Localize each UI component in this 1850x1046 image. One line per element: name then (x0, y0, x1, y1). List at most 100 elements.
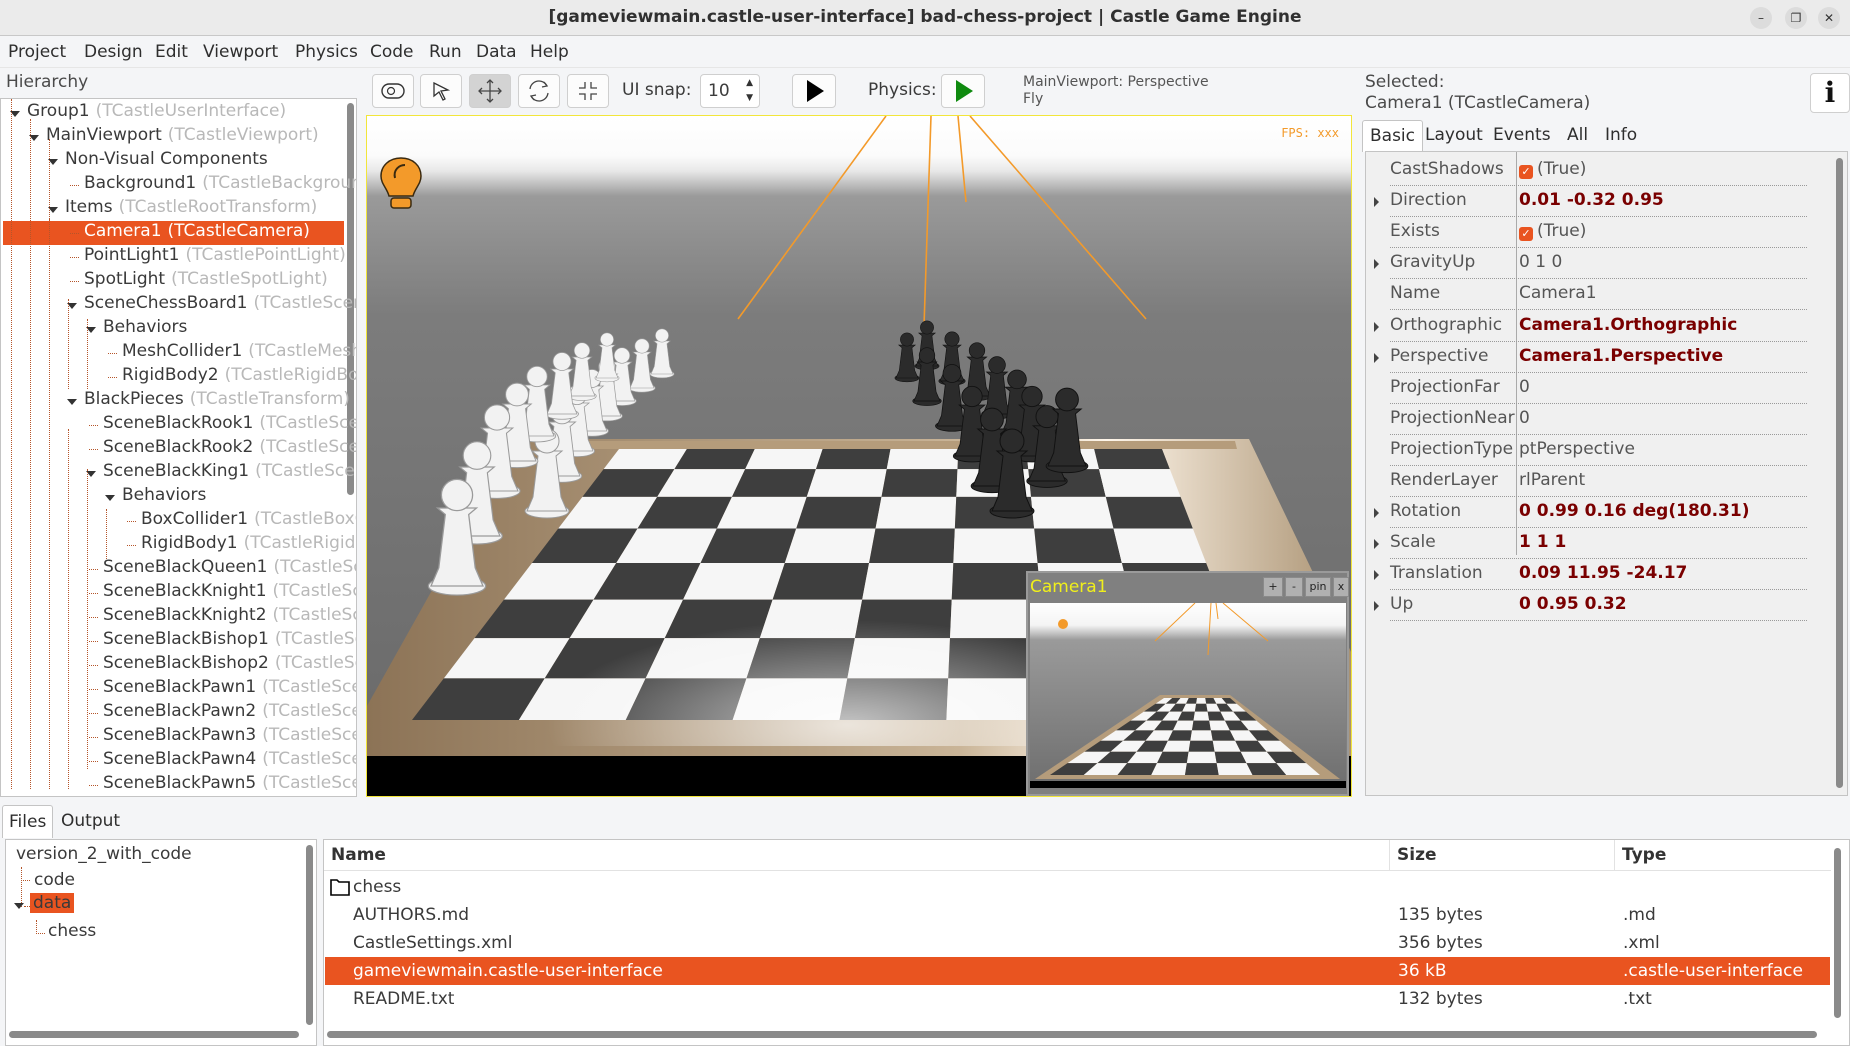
property-value[interactable]: 0 (1519, 377, 1530, 397)
hierarchy-item[interactable]: SceneBlackPawn1(TCastleScene) (103, 677, 356, 701)
hierarchy-item[interactable]: Non-Visual Components (65, 149, 268, 173)
tab-info[interactable]: Info (1598, 120, 1644, 152)
tab-all[interactable]: All (1560, 120, 1595, 152)
hierarchy-tree[interactable]: Group1 (TCastleUserInterface) MainViewport… (0, 98, 357, 797)
property-value[interactable]: 0 (1519, 408, 1530, 428)
hierarchy-item[interactable]: MeshCollider1(TCastleMeshCollider) (122, 341, 356, 365)
spin-up-icon[interactable]: ▲ (746, 78, 753, 88)
property-value[interactable]: 0 0.99 0.16 deg(180.31) (1519, 501, 1749, 521)
hierarchy-item[interactable]: SceneBlackBishop1(TCastleScene) (103, 629, 356, 653)
property-row[interactable]: Orthographic Camera1.Orthographic (1366, 311, 1847, 342)
property-value[interactable]: 0.01 -0.32 0.95 (1519, 190, 1664, 210)
expand-triangle-icon[interactable] (1374, 197, 1379, 208)
menu-viewport[interactable]: Viewport (203, 42, 278, 62)
camera-preview[interactable]: Camera1 + - pin x (1026, 571, 1349, 796)
property-value[interactable]: rlParent (1519, 470, 1585, 490)
expand-triangle-icon[interactable] (1374, 352, 1379, 363)
property-row[interactable]: Perspective Camera1.Perspective (1366, 342, 1847, 373)
interact-tool-button[interactable] (372, 74, 414, 108)
scale-tool-button[interactable] (567, 74, 609, 108)
property-row[interactable]: ProjectionFar 0 (1366, 373, 1847, 404)
checkbox-checked-icon[interactable]: ✓ (1519, 227, 1533, 242)
hierarchy-item[interactable]: Items (TCastleRootTransform) (65, 197, 317, 221)
property-row[interactable]: Rotation 0 0.99 0.16 deg(180.31) (1366, 497, 1847, 529)
expand-triangle-icon[interactable] (1374, 259, 1379, 270)
tab-events[interactable]: Events (1486, 120, 1558, 152)
file-list-hscrollbar[interactable] (327, 1031, 1817, 1038)
design-viewport[interactable]: FPS: xxx Camera1 + - pin x (366, 115, 1352, 797)
spin-down-icon[interactable]: ▼ (746, 93, 753, 103)
file-row[interactable]: README.txt 132 bytes .txt (325, 985, 1830, 1013)
hierarchy-item[interactable]: SceneBlackRook2(TCastleScene) (103, 437, 356, 461)
play-button[interactable] (792, 74, 836, 108)
menu-project[interactable]: Project (8, 42, 66, 62)
property-row[interactable]: Name Camera1 (1366, 279, 1847, 311)
folder-tree[interactable]: version_2_with_code code data chess (5, 839, 317, 1046)
file-row[interactable]: CastleSettings.xml 356 bytes .xml (325, 929, 1830, 957)
property-row[interactable]: ProjectionType ptPerspective (1366, 435, 1847, 466)
hierarchy-item[interactable]: SceneBlackPawn3(TCastleScene) (103, 725, 356, 749)
minimize-button[interactable]: – (1750, 7, 1772, 29)
folder-chess[interactable]: chess (48, 921, 96, 941)
menu-code[interactable]: Code (370, 42, 414, 62)
column-header-size[interactable]: Size (1390, 840, 1615, 870)
hierarchy-item[interactable]: SceneBlackKing1(TCastleScene) (103, 461, 356, 485)
property-value[interactable]: Camera1 (1519, 283, 1597, 303)
folder-code[interactable]: code (34, 870, 75, 890)
hierarchy-item[interactable]: SceneBlackQueen1(TCastleScene) (103, 557, 356, 581)
property-row[interactable]: CastShadows ✓ (True) (1366, 155, 1847, 186)
file-row[interactable]: gameviewmain.castle-user-interface 36 kB.… (325, 957, 1830, 985)
checkbox-checked-icon[interactable]: ✓ (1519, 165, 1533, 179)
rotate-tool-button[interactable] (518, 74, 560, 108)
property-value[interactable]: 0.09 11.95 -24.17 (1519, 563, 1687, 583)
hierarchy-item[interactable]: MainViewport (TCastleViewport) (46, 125, 319, 149)
ui-snap-value[interactable]: 10 (708, 81, 730, 101)
file-row[interactable]: chess (325, 873, 1830, 901)
tab-files[interactable]: Files (2, 805, 54, 838)
hierarchy-item[interactable]: SceneBlackKnight1(TCastleScene) (103, 581, 356, 605)
select-tool-button[interactable] (420, 74, 462, 108)
hierarchy-item[interactable]: SceneBlackPawn2(TCastleScene) (103, 701, 356, 725)
camera-preview-zoom-in-button[interactable]: + (1263, 577, 1283, 597)
folder-tree-hscrollbar[interactable] (9, 1031, 299, 1038)
menu-data[interactable]: Data (476, 42, 517, 62)
hierarchy-item[interactable]: SceneBlackRook1(TCastleScene) (103, 413, 356, 437)
property-grid[interactable]: CastShadows ✓ (True) Direction 0.01 -0.32 0.… (1365, 151, 1848, 796)
tab-output[interactable]: Output (55, 805, 126, 838)
hierarchy-item[interactable]: SceneBlackBishop2(TCastleScene) (103, 653, 356, 677)
translate-tool-button[interactable] (469, 74, 511, 108)
property-value[interactable]: ✓ (True) (1519, 221, 1586, 242)
property-value[interactable]: 0 1 0 (1519, 252, 1562, 272)
expand-arrow-icon[interactable] (14, 903, 24, 909)
column-header-type[interactable]: Type (1615, 840, 1831, 870)
hierarchy-item[interactable]: SpotLight (TCastleSpotLight) (84, 269, 328, 293)
property-row[interactable]: RenderLayer rlParent (1366, 466, 1847, 497)
property-value[interactable]: 1 1 1 (1519, 532, 1566, 552)
hierarchy-item[interactable]: SceneBlackKnight2(TCastleScene) (103, 605, 356, 629)
maximize-button[interactable]: ❐ (1785, 7, 1807, 29)
file-list-vscrollbar[interactable] (1834, 848, 1841, 1018)
property-row[interactable]: Translation 0.09 11.95 -24.17 (1366, 559, 1847, 591)
file-row[interactable]: AUTHORS.md 135 bytes .md (325, 901, 1830, 929)
hierarchy-item[interactable]: Background1(TCastleBackground) (84, 173, 356, 197)
property-row[interactable]: ProjectionNear 0 (1366, 404, 1847, 435)
hierarchy-item[interactable]: RigidBody2(TCastleRigidBody) (122, 365, 356, 389)
hierarchy-item[interactable]: RigidBody1(TCastleRigidBody) (141, 533, 356, 557)
expand-triangle-icon[interactable] (1374, 321, 1379, 332)
ui-snap-spinbox[interactable]: 10 ▲ ▼ (700, 74, 760, 108)
menu-design[interactable]: Design (84, 42, 143, 62)
folder-root[interactable]: version_2_with_code (16, 844, 192, 864)
hierarchy-item[interactable]: SceneBlackPawn4(TCastleScene) (103, 749, 356, 773)
property-value[interactable]: Camera1.Orthographic (1519, 315, 1737, 335)
menu-run[interactable]: Run (429, 42, 462, 62)
hierarchy-item[interactable]: SceneChessBoard1(TCastleScene) (84, 293, 356, 317)
hierarchy-item[interactable]: Behaviors (103, 317, 187, 341)
property-row[interactable]: Scale 1 1 1 (1366, 528, 1847, 560)
expand-arrow-icon[interactable] (67, 399, 77, 405)
hierarchy-item[interactable]: SceneBlackPawn5(TCastleScene) (103, 773, 356, 796)
camera-preview-close-button[interactable]: x (1333, 577, 1349, 597)
menu-physics[interactable]: Physics (295, 42, 358, 62)
hierarchy-item[interactable]: Camera1 (TCastleCamera) (3, 221, 344, 245)
property-value[interactable]: ptPerspective (1519, 439, 1635, 459)
hierarchy-item[interactable]: BlackPieces (TCastleTransform) (84, 389, 350, 413)
